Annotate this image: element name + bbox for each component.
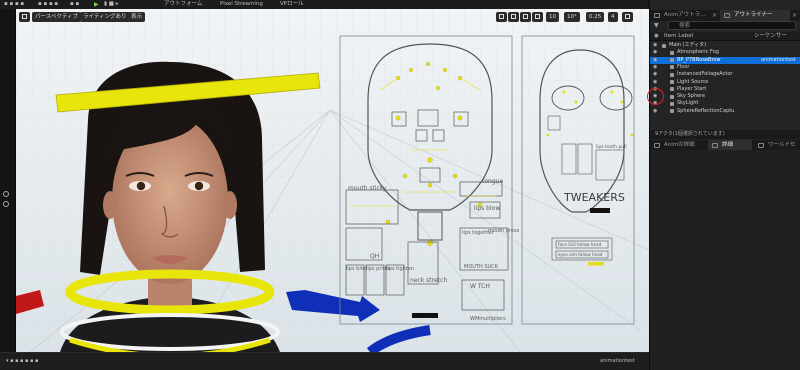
world-space-icon[interactable] [532,12,543,22]
toolbar-icon-group-2[interactable]: ▪ ▪ ▪ ▪ [38,0,58,9]
scale-snap-value[interactable]: 0.25 [586,12,605,22]
outliner-row[interactable]: ◉ Light Source [650,79,800,86]
viewport-toolbar: パースペクティブ ライティングあり 表示 10 10° 0.25 4 [16,9,649,25]
outliner-row-label: Sky Sphere [677,93,706,100]
outliner-row-label: BP_P7BNoseBrow [677,56,721,63]
outliner-row-label: Main (エディタ) [669,42,707,48]
status-bar: ▾ ▪ ▪ ▪ ▪ ▪ ▪ animationtest [0,352,649,370]
outliner-row-label: SkyLight [677,100,699,107]
outliner-column-header: ◉ Item Label シーケンサー [650,32,800,41]
left-handle-icon-2[interactable] [3,201,9,207]
close-icon-2[interactable]: × [792,10,797,21]
status-right-text: animationtest [600,358,635,364]
status-icons[interactable]: ▾ ▪ ▪ ▪ ▪ ▪ ▪ [6,358,38,364]
actor-icon [670,101,674,106]
rig-label-lips-bite: lips bite [346,266,366,272]
rotate-snap-value[interactable]: 10° [564,12,580,22]
grid-snap-value[interactable]: 10 [546,12,559,22]
viewport-menu-icon[interactable] [19,12,30,22]
close-icon[interactable]: × [712,10,717,21]
details-panel-body [650,150,800,370]
move-tool-icon[interactable] [496,12,507,22]
outliner-row[interactable]: ◉ Floor [650,64,800,71]
outliner-row[interactable]: ◉ Main (エディタ) [650,42,800,49]
viewport-scene: mouth sticky tongue lips blow lips toget… [16,9,649,352]
tab-anim-outliner[interactable]: Animアウトラ... [650,10,712,21]
viewport-lighting-button[interactable]: ライティングあり [80,12,130,22]
rig-label-wm-multipliers: WMmultipliers [470,316,506,322]
rig-label-lips-tighten: lips tighten [386,266,414,272]
visibility-eye-icon[interactable]: ◉ [653,50,658,55]
toolbar-icon-group-3[interactable]: ▪ ▪ [70,0,79,9]
actor-icon [670,50,674,55]
outliner-panel: Animアウトラ... × アウトライナー × ▼ 検索 ◉ Item Labe… [649,0,800,370]
rig-label-face-gui-follow: face GUI follow head [558,242,602,247]
actor-icon [670,87,674,92]
visibility-eye-icon[interactable]: ◉ [653,43,658,48]
toolbar-item-vp-role[interactable]: VPロール [280,0,304,9]
outliner-row[interactable]: ◉ Atmospheric Fog [650,49,800,56]
outliner-row[interactable]: ◉ InstancedFoliageActor [650,71,800,78]
actor-icon [670,58,674,63]
rig-label-lips-tooth-pull: lips tooth pull [596,144,627,150]
outliner-row[interactable]: ◉ SphereReflectionCaptu [650,108,800,115]
visibility-eye-icon[interactable]: ◉ [653,72,658,77]
viewport-perspective-button[interactable]: パースペクティブ [32,12,82,22]
outliner-row[interactable]: ◉ SkyLight [650,100,800,107]
tab-outliner[interactable]: アウトライナー [720,10,790,21]
outliner-row-label: Player Start [677,85,707,92]
actor-icon [670,94,674,99]
column-type[interactable]: シーケンサー [754,32,787,41]
main-toolbar: ▪ ▪ ▪ ▪ ▪ ▪ ▪ ▪ ▪ ▪ ▶ ▮ ■ ▸ アウトフォーム Pixe… [0,0,648,9]
rig-label-mouth-press: mouth press [488,228,520,234]
folder-icon [662,43,666,48]
outliner-row-type: animationtest [761,56,796,63]
rig-label-eyes-aim-follow: eyes aim follow head [558,252,603,257]
outliner-row[interactable]: ◉ Player Start [650,86,800,93]
rig-label-lips-blow: lips blow [474,205,500,212]
left-handle-icon[interactable] [3,191,9,197]
camera-speed-value[interactable]: 4 [608,12,618,22]
rig-label-tongue: tongue [482,178,503,185]
viewport-show-button[interactable]: 表示 [128,12,146,22]
level-viewport[interactable]: mouth sticky tongue lips blow lips toget… [16,9,649,352]
visibility-eye-icon[interactable]: ◉ [653,79,658,85]
play-icon[interactable]: ▶ [94,1,101,8]
eye-column-icon[interactable]: ◉ [654,32,659,41]
rig-label-watch: W TCH [470,283,490,290]
rig-label-qh: QH [370,253,379,260]
rig-label-mouth-sticky: mouth sticky [348,185,387,192]
outliner-row-label: SphereReflectionCaptu [677,107,735,114]
actor-icon [670,65,674,70]
outliner-row-label: Light Source [677,78,709,85]
rotate-tool-icon[interactable] [508,12,519,22]
actor-count-label: 9アクタ(1個選択されています) [650,130,800,139]
rig-label-tweakers: TWEAKERS [563,191,625,204]
actor-icon [670,80,674,85]
highlight-circle [647,88,664,105]
actor-icon [670,109,674,114]
outliner-row[interactable]: ◉ BP_P7BNoseBrow animationtest [650,56,800,64]
scale-tool-icon[interactable] [520,12,531,22]
outliner-row-label: InstancedFoliageActor [677,71,733,78]
outliner-row[interactable]: ◉ Sky Sphere [650,93,800,100]
toolbar-icon-group[interactable]: ▪ ▪ ▪ ▪ [4,0,24,9]
outliner-search-input[interactable]: 検索 [668,21,796,30]
rig-label-mouth-suck: MOUTH SUCK [464,264,499,270]
outliner-tab-row: Animアウトラ... × アウトライナー × [650,10,800,21]
actor-icon [670,72,674,77]
rig-label-neck-stretch: neck stretch [410,277,447,284]
outliner-row-label: Atmospheric Fog [677,49,719,56]
visibility-eye-icon[interactable]: ◉ [653,64,658,70]
filter-icon[interactable]: ▼ [654,22,659,29]
visibility-eye-icon[interactable]: ◉ [653,108,658,114]
maximize-viewport-icon[interactable] [622,12,633,22]
left-edge-panel [0,9,16,360]
toolbar-item-outform[interactable]: アウトフォーム [164,0,202,9]
toolbar-item-pixel-streaming[interactable]: Pixel Streaming [220,0,263,9]
toolbar-stop-icons[interactable]: ▮ ■ ▸ [104,0,118,9]
column-item-label[interactable]: Item Label [664,32,693,41]
visibility-eye-icon[interactable]: ◉ [653,57,658,63]
outliner-row-label: Floor [677,63,690,70]
